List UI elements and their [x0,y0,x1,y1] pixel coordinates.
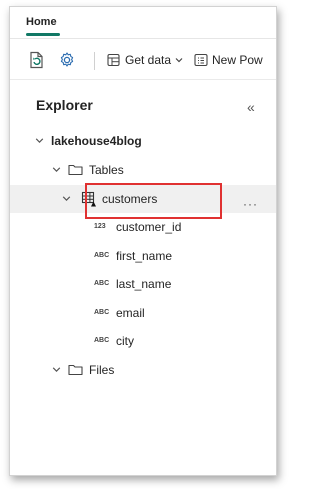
lakehouse-name: lakehouse4blog [51,134,142,148]
get-data-label: Get data [125,53,172,67]
tab-home[interactable]: Home [26,16,57,28]
tree-item-files[interactable]: Files [10,357,276,383]
lakehouse-explorer-window: Home Get data New Pow Explorer « lakehou… [9,6,277,476]
column-name: city [116,334,134,348]
column-item[interactable]: 123 customer_id [10,214,276,240]
refresh-button[interactable] [28,50,46,70]
column-name: first_name [116,249,173,263]
text-type-icon: ABC [94,252,110,259]
ribbon-toolbar: Get data New Pow [10,40,276,80]
chevron-down-icon [62,196,71,202]
ribbon-tab-bar: Home [10,7,276,39]
settings-button[interactable] [58,50,76,70]
explorer-title: Explorer [36,97,93,113]
column-name: last_name [116,277,172,291]
text-type-icon: ABC [94,337,110,344]
refresh-document-icon [30,51,43,69]
chevron-down-icon [35,138,44,144]
tab-home-underline [26,33,60,36]
gear-icon [60,52,74,67]
column-item[interactable]: ABC last_name [10,271,276,297]
files-label: Files [89,363,115,377]
get-data-icon [107,53,120,67]
toolbar-separator [94,52,95,70]
chevron-down-icon [52,167,61,173]
folder-icon [68,364,83,376]
tree-item-tables[interactable]: Tables [10,157,276,183]
text-type-icon: ABC [94,280,110,287]
get-data-button[interactable]: Get data [106,50,184,70]
column-item[interactable]: ABC city [10,328,276,354]
column-item[interactable]: ABC first_name [10,243,276,269]
folder-icon [68,164,83,176]
chevron-down-icon [175,58,183,63]
column-name: email [116,306,145,320]
chevron-down-icon [52,367,61,373]
column-name: customer_id [116,220,182,234]
tables-label: Tables [89,163,124,177]
collapse-pane-button[interactable]: « [247,99,255,115]
column-item[interactable]: ABC email [10,300,276,326]
tree-item-lakehouse[interactable]: lakehouse4blog [10,128,276,154]
text-type-icon: ABC [94,309,110,316]
new-power-bi-label: New Pow [212,53,263,67]
new-power-bi-button[interactable]: New Pow [193,50,263,70]
new-dataset-icon [194,53,208,67]
numeric-type-icon: 123 [94,223,106,230]
more-options-button[interactable]: ··· [243,197,258,211]
